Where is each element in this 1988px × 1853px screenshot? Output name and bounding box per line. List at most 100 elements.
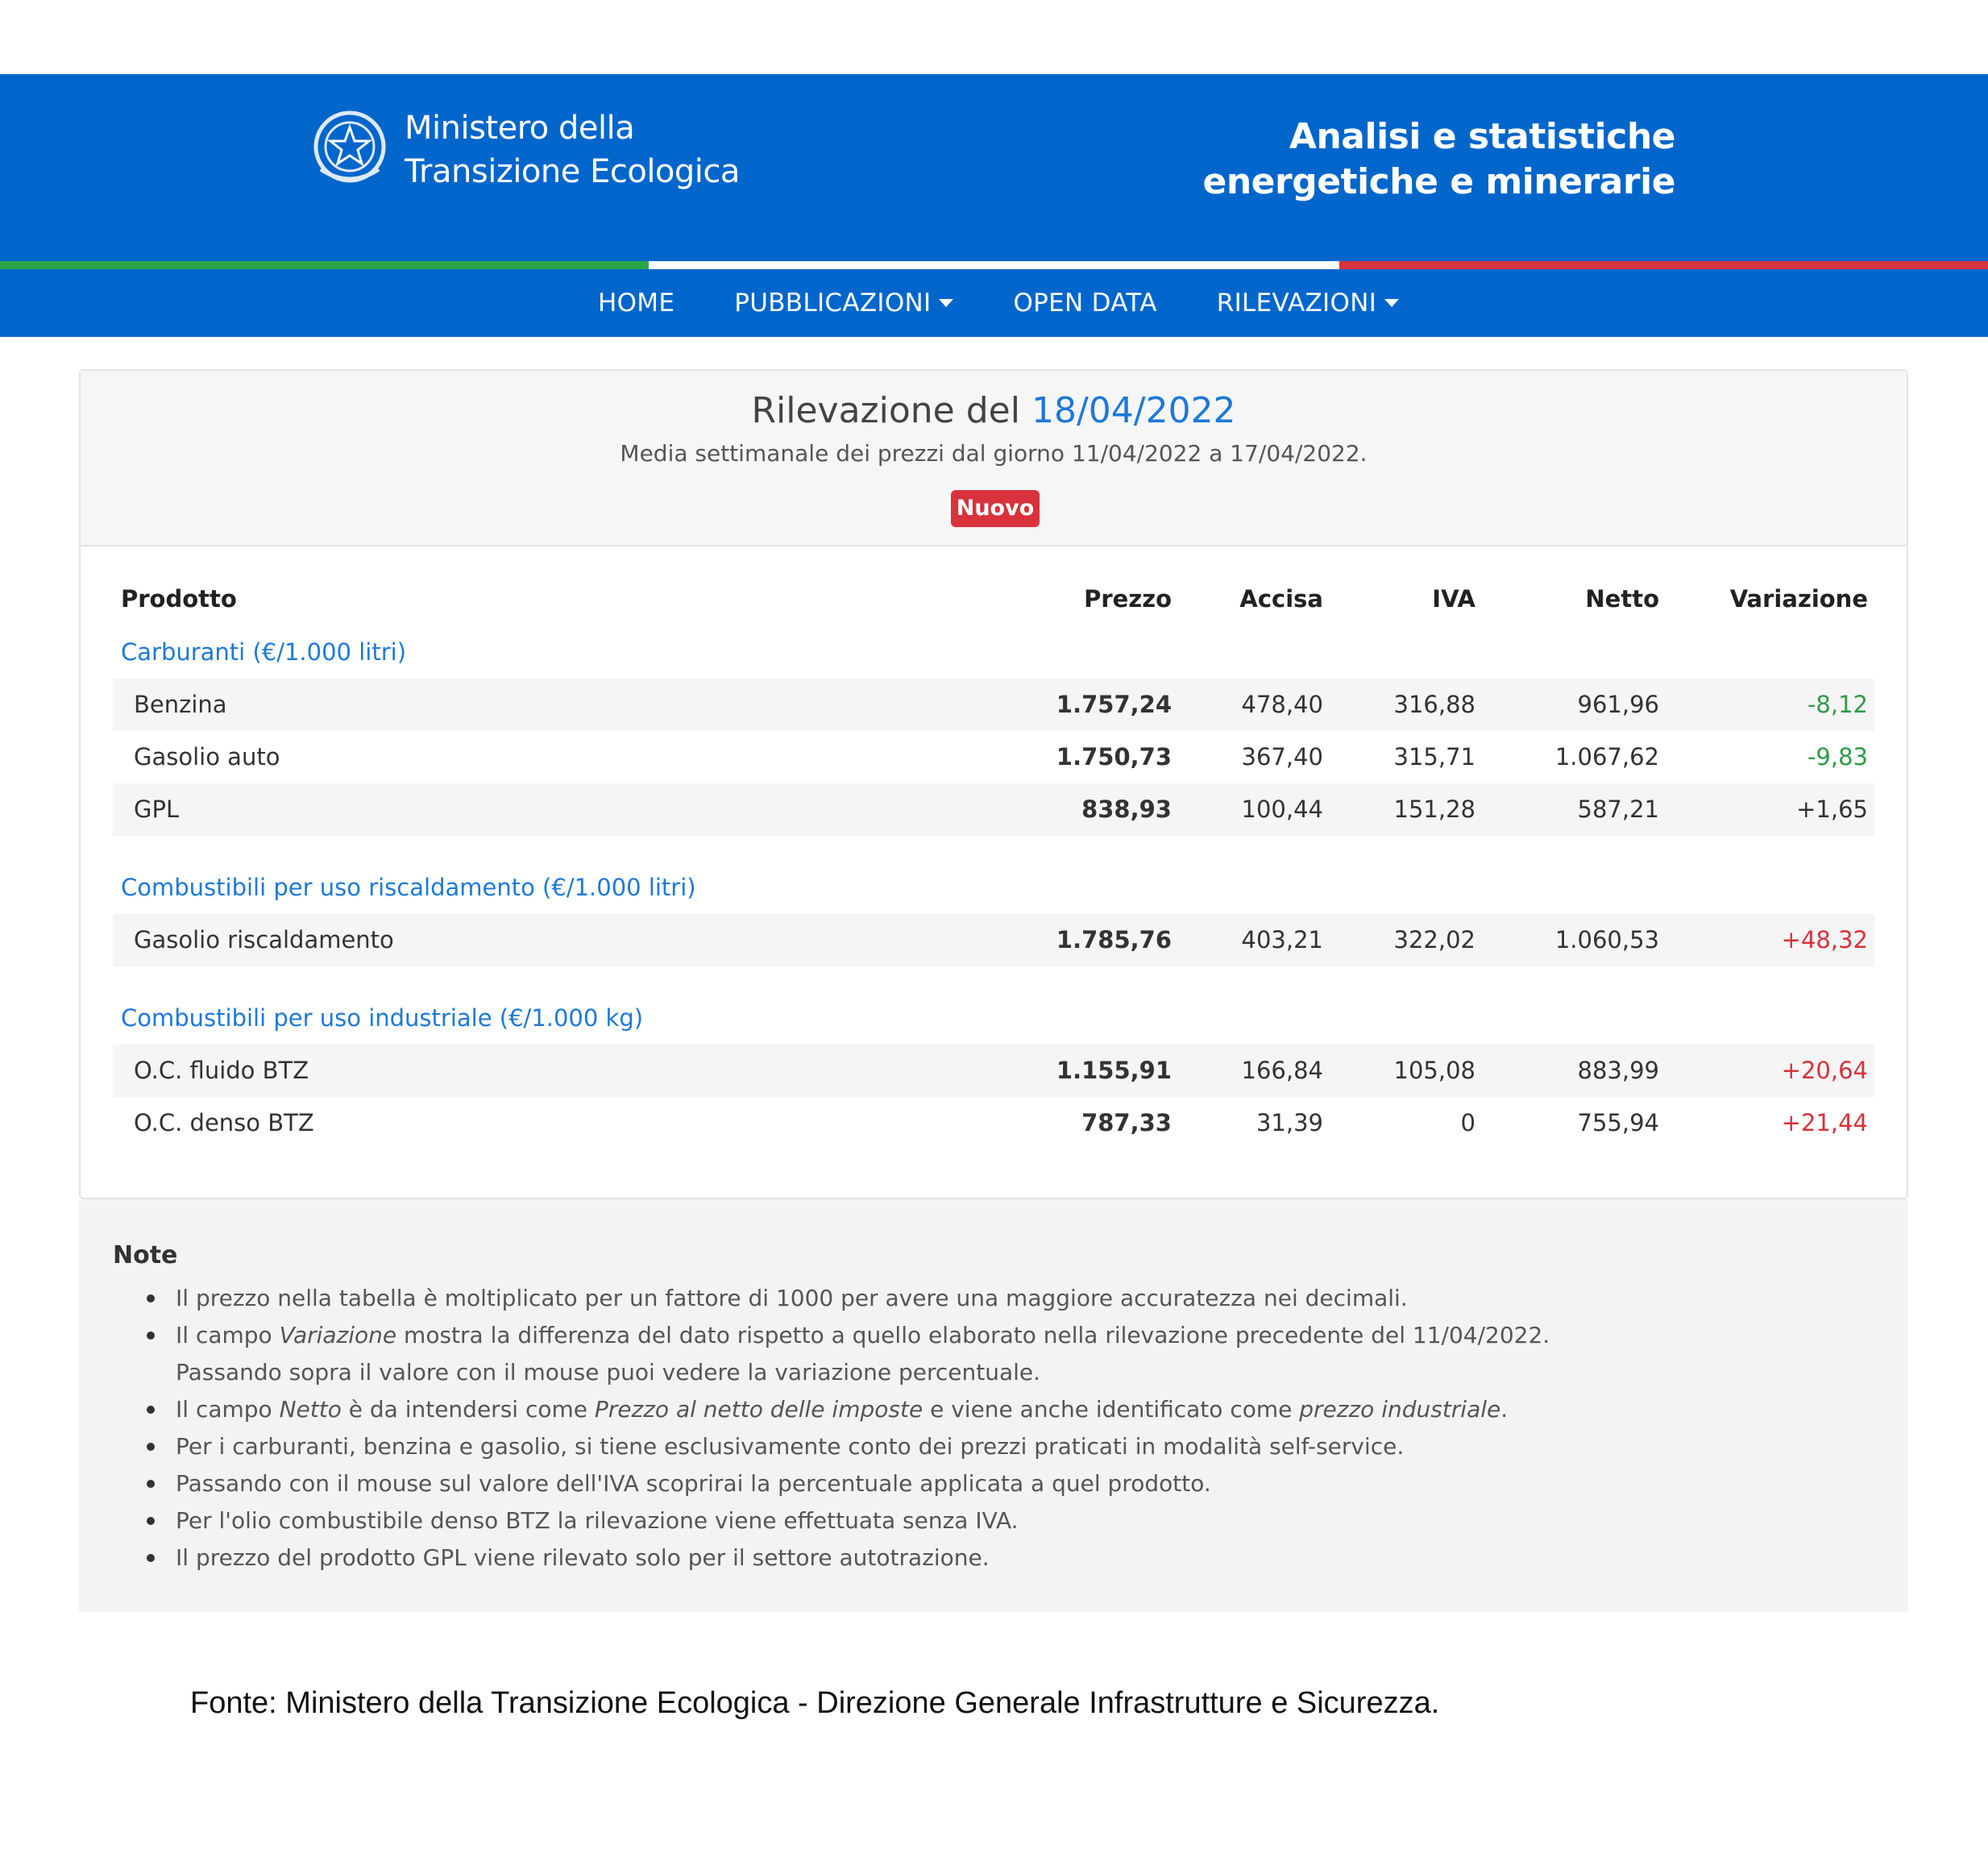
cell-netto: 1.060,53: [1554, 926, 1659, 954]
note-text: è da intendersi come: [341, 1396, 595, 1423]
nav-rilevazioni-label: RILEVAZIONI: [1216, 289, 1377, 318]
note-text: Il prezzo del prodotto GPL viene rilevat…: [176, 1544, 990, 1571]
main-nav: HOME PUBBLICAZIONI OPEN DATA RILEVAZIONI: [0, 269, 1988, 337]
prices-table: Prodotto Prezzo Accisa IVA Netto Variazi…: [113, 572, 1874, 1149]
note-item: Per l'olio combustibile denso BTZ la ril…: [146, 1502, 1550, 1539]
note-text: Il campo: [176, 1322, 280, 1348]
nav-open-data-label: OPEN DATA: [1013, 289, 1157, 318]
report-title-prefix: Rilevazione del: [751, 390, 1020, 431]
source-caption: Fonte: Ministero della Transizione Ecolo…: [190, 1686, 1440, 1720]
category-label: Combustibili per uso industriale (€/1.00…: [121, 1004, 644, 1032]
note-text: Il prezzo nella tabella è moltiplicato p…: [176, 1285, 1408, 1311]
report-header: Rilevazione del 18/04/2022 Media settima…: [81, 371, 1907, 546]
cell-variazione[interactable]: +1,65: [1796, 783, 1868, 836]
italian-flag-stripe: [0, 261, 1988, 269]
flag-red: [1339, 261, 1988, 269]
cell-variazione[interactable]: +21,44: [1782, 1097, 1868, 1149]
col-header-iva: IVA: [1432, 585, 1475, 613]
nav-pubblicazioni[interactable]: PUBBLICAZIONI: [734, 289, 954, 318]
table-header-row: Prodotto Prezzo Accisa IVA Netto Variazi…: [113, 572, 1874, 625]
new-badge: Nuovo: [951, 490, 1040, 527]
note-text: Il campo: [176, 1396, 280, 1423]
cell-prodotto: Benzina: [134, 691, 227, 718]
nav-pubblicazioni-label: PUBBLICAZIONI: [734, 289, 932, 318]
cell-iva[interactable]: 315,71: [1394, 731, 1475, 783]
cell-iva[interactable]: 105,08: [1394, 1045, 1475, 1097]
cell-iva[interactable]: 316,88: [1394, 679, 1475, 731]
note-item: Per i carburanti, benzina e gasolio, si …: [146, 1428, 1550, 1465]
table-row: O.C. denso BTZ 787,33 31,39 0 755,94 +21…: [113, 1097, 1874, 1149]
cell-prezzo: 838,93: [1081, 796, 1172, 823]
cell-prodotto: GPL: [134, 796, 180, 823]
cell-accisa: 367,40: [1241, 743, 1323, 771]
flag-white: [649, 261, 1339, 269]
category-industriale: Combustibili per uso industriale (€/1.00…: [113, 991, 1874, 1045]
cell-iva[interactable]: 322,02: [1394, 914, 1475, 966]
note-item: Passando con il mouse sul valore dell'IV…: [146, 1465, 1550, 1502]
cell-prezzo: 787,33: [1081, 1109, 1172, 1136]
category-riscaldamento: Combustibili per uso riscaldamento (€/1.…: [113, 861, 1874, 914]
cell-iva[interactable]: 151,28: [1394, 783, 1475, 836]
cell-variazione[interactable]: -9,83: [1807, 731, 1868, 783]
note-text: Per l'olio combustibile denso BTZ la ril…: [176, 1507, 1019, 1534]
table-row: O.C. fluido BTZ 1.155,91 166,84 105,08 8…: [113, 1045, 1874, 1097]
cell-netto: 755,94: [1577, 1109, 1659, 1136]
cell-prodotto: Gasolio auto: [134, 743, 280, 771]
note-text: mostra la differenza del dato rispetto a…: [396, 1322, 1550, 1348]
notes-list: Il prezzo nella tabella è moltiplicato p…: [113, 1280, 1550, 1577]
cell-variazione[interactable]: -8,12: [1807, 679, 1868, 731]
col-header-accisa: Accisa: [1239, 585, 1323, 613]
note-text: Passando sopra il valore con il mouse pu…: [176, 1359, 1041, 1386]
site-header: Ministero della Transizione Ecologica An…: [0, 74, 1988, 261]
table-row: GPL 838,93 100,44 151,28 587,21 +1,65: [113, 783, 1874, 836]
portal-title-line1: Analisi e statistiche: [1289, 116, 1676, 157]
cell-iva[interactable]: 0: [1461, 1097, 1475, 1149]
notes-panel: Note Il prezzo nella tabella è moltiplic…: [79, 1199, 1908, 1612]
note-emphasis: prezzo industriale: [1299, 1396, 1501, 1423]
note-item: Il prezzo del prodotto GPL viene rilevat…: [146, 1539, 1550, 1577]
table-row: Benzina 1.757,24 478,40 316,88 961,96 -8…: [113, 679, 1874, 731]
cell-accisa: 403,21: [1241, 926, 1323, 954]
nav-rilevazioni[interactable]: RILEVAZIONI: [1216, 289, 1400, 318]
report-date: 18/04/2022: [1031, 390, 1236, 431]
republic-emblem-icon: [313, 110, 386, 183]
category-carburanti: Carburanti (€/1.000 litri): [113, 625, 1874, 679]
table-row: Gasolio riscaldamento 1.785,76 403,21 32…: [113, 914, 1874, 966]
cell-netto: 1.067,62: [1554, 743, 1659, 771]
portal-title[interactable]: Analisi e statistiche energetiche e mine…: [1203, 114, 1676, 205]
col-header-prezzo: Prezzo: [1084, 585, 1172, 613]
nav-home[interactable]: HOME: [598, 289, 674, 318]
category-label: Carburanti (€/1.000 litri): [121, 638, 407, 666]
col-header-variazione: Variazione: [1729, 585, 1868, 613]
note-emphasis: Prezzo al netto delle imposte: [594, 1396, 923, 1423]
table-row: Gasolio auto 1.750,73 367,40 315,71 1.06…: [113, 731, 1874, 783]
cell-prezzo: 1.785,76: [1056, 926, 1172, 954]
cell-prezzo: 1.750,73: [1056, 743, 1172, 771]
cell-variazione[interactable]: +48,32: [1782, 914, 1868, 966]
nav-home-label: HOME: [598, 289, 675, 318]
note-text: Per i carburanti, benzina e gasolio, si …: [176, 1433, 1405, 1460]
cell-accisa: 100,44: [1241, 796, 1323, 823]
note-text: .: [1500, 1396, 1509, 1423]
report-card: Rilevazione del 18/04/2022 Media settima…: [79, 369, 1908, 1199]
notes-title: Note: [113, 1241, 178, 1269]
cell-prodotto: O.C. denso BTZ: [134, 1109, 314, 1136]
cell-netto: 961,96: [1577, 691, 1659, 718]
cell-prodotto: Gasolio riscaldamento: [134, 926, 394, 954]
report-subtitle: Media settimanale dei prezzi dal giorno …: [620, 440, 1368, 467]
note-text: Passando con il mouse sul valore dell'IV…: [176, 1470, 1211, 1497]
cell-prodotto: O.C. fluido BTZ: [134, 1057, 309, 1084]
ministry-name[interactable]: Ministero della Transizione Ecologica: [405, 106, 740, 193]
note-item: Il campo Variazione mostra la differenza…: [146, 1317, 1550, 1391]
report-title: Rilevazione del 18/04/2022: [81, 390, 1907, 431]
cell-variazione[interactable]: +20,64: [1782, 1045, 1868, 1097]
caret-down-icon: [1384, 299, 1400, 307]
cell-accisa: 31,39: [1255, 1109, 1323, 1136]
portal-title-line2: energetiche e minerarie: [1202, 161, 1676, 202]
cell-accisa: 478,40: [1241, 691, 1323, 718]
cell-accisa: 166,84: [1241, 1057, 1323, 1084]
nav-open-data[interactable]: OPEN DATA: [1013, 289, 1156, 318]
note-emphasis: Netto: [279, 1396, 342, 1423]
note-item: Il prezzo nella tabella è moltiplicato p…: [146, 1280, 1550, 1317]
